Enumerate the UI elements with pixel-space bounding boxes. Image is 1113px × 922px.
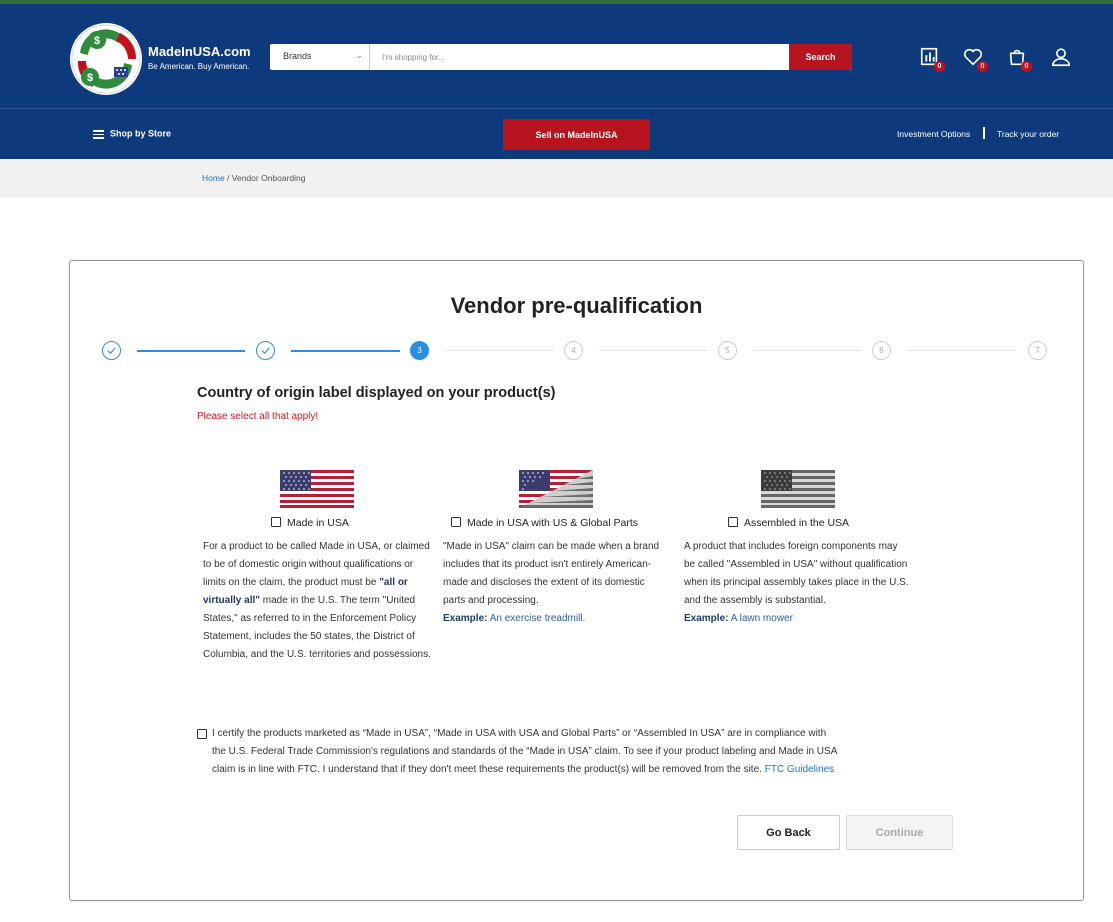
example-line: Example: A lawn mower bbox=[684, 613, 793, 624]
step-connector bbox=[907, 350, 1016, 351]
main-nav: Shop by Store Sell on MadeInUSA Investme… bbox=[0, 108, 1113, 159]
shop-by-store-label: Shop by Store bbox=[110, 128, 172, 139]
breadcrumb-separator: / bbox=[224, 173, 232, 183]
step-6: 6 bbox=[872, 341, 891, 360]
cart-count-badge: 0 bbox=[1021, 61, 1032, 72]
user-icon bbox=[1051, 48, 1071, 67]
prequalification-card: Vendor pre-qualification 3 4 5 6 7 Count… bbox=[69, 260, 1084, 901]
svg-text:$: $ bbox=[94, 35, 100, 47]
search-category-select[interactable]: Brands ⌄ bbox=[270, 44, 370, 70]
step-connector bbox=[753, 350, 862, 351]
selection-warning: Please select all that apply! bbox=[197, 411, 319, 422]
step-4: 4 bbox=[564, 341, 583, 360]
option-label: Made in USA with US & Global Parts bbox=[467, 517, 638, 529]
check-icon bbox=[107, 347, 116, 355]
step-7: 7 bbox=[1028, 341, 1047, 360]
sell-on-madeinusa-button[interactable]: Sell on MadeInUSA bbox=[503, 119, 650, 150]
step-connector bbox=[291, 350, 400, 352]
us-global-parts-checkbox[interactable] bbox=[451, 517, 461, 527]
cart-button[interactable]: 0 bbox=[1006, 46, 1032, 72]
chevron-down-icon: ⌄ bbox=[355, 50, 363, 60]
brand-tagline: Be American. Buy American. bbox=[148, 62, 250, 71]
option-label: Made in USA bbox=[287, 517, 349, 529]
site-header: $ $ MadeInUSA.com Be American. Buy Ameri… bbox=[0, 4, 1113, 108]
example-label: Example: bbox=[684, 613, 729, 624]
step-1-complete bbox=[102, 341, 121, 360]
option-us-global-parts[interactable]: Made in USA with US & Global Parts bbox=[451, 517, 638, 529]
made-in-usa-checkbox[interactable] bbox=[271, 517, 281, 527]
madeinusa-logo-icon[interactable]: $ $ bbox=[70, 23, 142, 95]
description-text: A product that includes foreign componen… bbox=[684, 541, 909, 606]
page-title: Vendor pre-qualification bbox=[450, 293, 703, 318]
breadcrumb-bar: Home / Vendor Onboarding bbox=[0, 159, 1113, 198]
shop-by-store-menu[interactable]: Shop by Store bbox=[93, 128, 171, 141]
assembled-in-usa-description: A product that includes foreign componen… bbox=[684, 538, 910, 628]
example-label: Example: bbox=[443, 613, 488, 624]
option-label: Assembled in the USA bbox=[744, 517, 850, 529]
step-connector bbox=[137, 350, 245, 352]
go-back-button[interactable]: Go Back bbox=[737, 815, 840, 850]
step-2-complete bbox=[256, 341, 275, 360]
example-text: A lawn mower bbox=[728, 613, 793, 624]
track-order-link[interactable]: Track your order bbox=[997, 129, 1059, 139]
nav-divider bbox=[983, 127, 985, 139]
breadcrumb-home-link[interactable]: Home bbox=[202, 173, 225, 183]
breadcrumb: Home / Vendor Onboarding bbox=[202, 173, 306, 183]
step-3-active: 3 bbox=[410, 341, 429, 360]
compare-count-badge: 0 bbox=[934, 61, 945, 72]
made-in-usa-description: For a product to be called Made in USA, … bbox=[203, 538, 435, 664]
description-text: "Made in USA" claim can be made when a b… bbox=[443, 541, 660, 606]
compare-button[interactable]: 0 bbox=[919, 46, 945, 72]
certification-statement: I certify the products marketed as “Made… bbox=[212, 728, 837, 775]
continue-button[interactable]: Continue bbox=[846, 815, 953, 850]
us-global-parts-description: "Made in USA" claim can be made when a b… bbox=[443, 538, 669, 628]
search-category-value: Brands bbox=[283, 51, 312, 61]
example-line: Example: An exercise treadmill. bbox=[443, 613, 585, 624]
step-connector bbox=[445, 350, 554, 351]
svg-text:$: $ bbox=[87, 72, 93, 84]
us-flag-icon bbox=[280, 470, 354, 508]
search-button[interactable]: Search bbox=[789, 44, 852, 70]
investment-options-link[interactable]: Investment Options bbox=[897, 129, 970, 139]
account-button[interactable] bbox=[1050, 46, 1074, 70]
breadcrumb-current: Vendor Onboarding bbox=[231, 173, 306, 183]
ftc-guidelines-link[interactable]: FTC Guidelines bbox=[765, 764, 834, 775]
step-connector bbox=[599, 350, 708, 351]
certify-checkbox[interactable] bbox=[197, 729, 207, 739]
certification-text: I certify the products marketed as “Made… bbox=[197, 725, 837, 779]
hamburger-menu-icon bbox=[93, 128, 104, 141]
certification-block: I certify the products marketed as “Made… bbox=[197, 725, 837, 779]
section-heading: Country of origin label displayed on you… bbox=[197, 385, 556, 401]
brand-name[interactable]: MadeInUSA.com bbox=[148, 44, 251, 59]
option-made-in-usa[interactable]: Made in USA bbox=[271, 517, 349, 529]
search-bar: Brands ⌄ Search bbox=[270, 44, 852, 70]
wishlist-button[interactable]: 0 bbox=[962, 46, 988, 72]
search-input[interactable] bbox=[370, 44, 789, 70]
option-assembled-in-usa[interactable]: Assembled in the USA bbox=[728, 517, 849, 529]
step-5: 5 bbox=[718, 341, 737, 360]
example-text: An exercise treadmill. bbox=[487, 613, 586, 624]
check-icon bbox=[261, 347, 270, 355]
assembled-flag-icon bbox=[761, 470, 835, 508]
wishlist-count-badge: 0 bbox=[977, 61, 988, 72]
us-global-flag-icon bbox=[519, 470, 593, 508]
assembled-in-usa-checkbox[interactable] bbox=[728, 517, 738, 527]
